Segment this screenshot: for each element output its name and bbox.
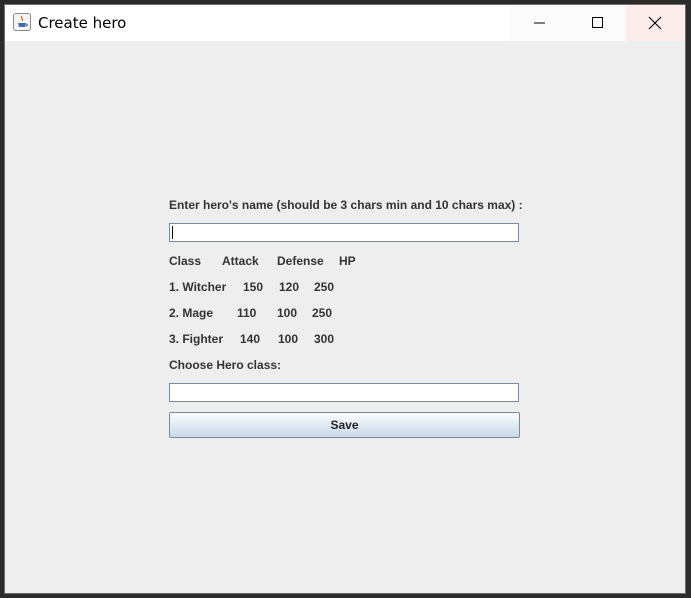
row-attack-value: 110 xyxy=(237,306,257,320)
close-icon xyxy=(648,16,662,30)
row-class-name: 2. Mage xyxy=(169,306,214,320)
row-attack-value: 140 xyxy=(240,332,261,346)
hero-class-input[interactable] xyxy=(169,383,519,402)
class-prompt-label: Choose Hero class: xyxy=(169,358,282,372)
name-prompt-label: Enter hero's name (should be 3 chars min… xyxy=(169,198,523,212)
title-bar[interactable]: Create hero xyxy=(5,5,685,41)
header-hp: HP xyxy=(339,254,356,268)
row-hp-value: 300 xyxy=(314,332,335,346)
close-button[interactable] xyxy=(626,5,685,41)
save-button[interactable]: Save xyxy=(169,412,520,438)
minimize-icon xyxy=(534,22,545,24)
minimize-button[interactable] xyxy=(510,5,568,41)
row-defense-value: 100 xyxy=(277,306,298,320)
form-panel: Enter hero's name (should be 3 chars min… xyxy=(5,41,685,593)
row-class-name: 3. Fighter xyxy=(169,332,224,346)
java-cup-icon xyxy=(13,13,31,31)
row-class-name: 1. Witcher xyxy=(169,280,227,294)
header-class: Class xyxy=(169,254,202,268)
create-hero-window: Create hero Enter hero's name (should be… xyxy=(4,4,686,594)
row-hp-value: 250 xyxy=(314,280,335,294)
maximize-button[interactable] xyxy=(568,5,626,41)
row-hp-value: 250 xyxy=(312,306,333,320)
text-caret xyxy=(172,226,173,239)
row-attack-value: 150 xyxy=(243,280,264,294)
window-title: Create hero xyxy=(38,14,127,32)
row-defense-value: 120 xyxy=(279,280,300,294)
maximize-icon xyxy=(592,17,603,28)
hero-name-input[interactable] xyxy=(169,223,519,242)
header-attack: Attack xyxy=(222,254,259,268)
header-defense: Defense xyxy=(277,254,324,268)
row-defense-value: 100 xyxy=(278,332,299,346)
